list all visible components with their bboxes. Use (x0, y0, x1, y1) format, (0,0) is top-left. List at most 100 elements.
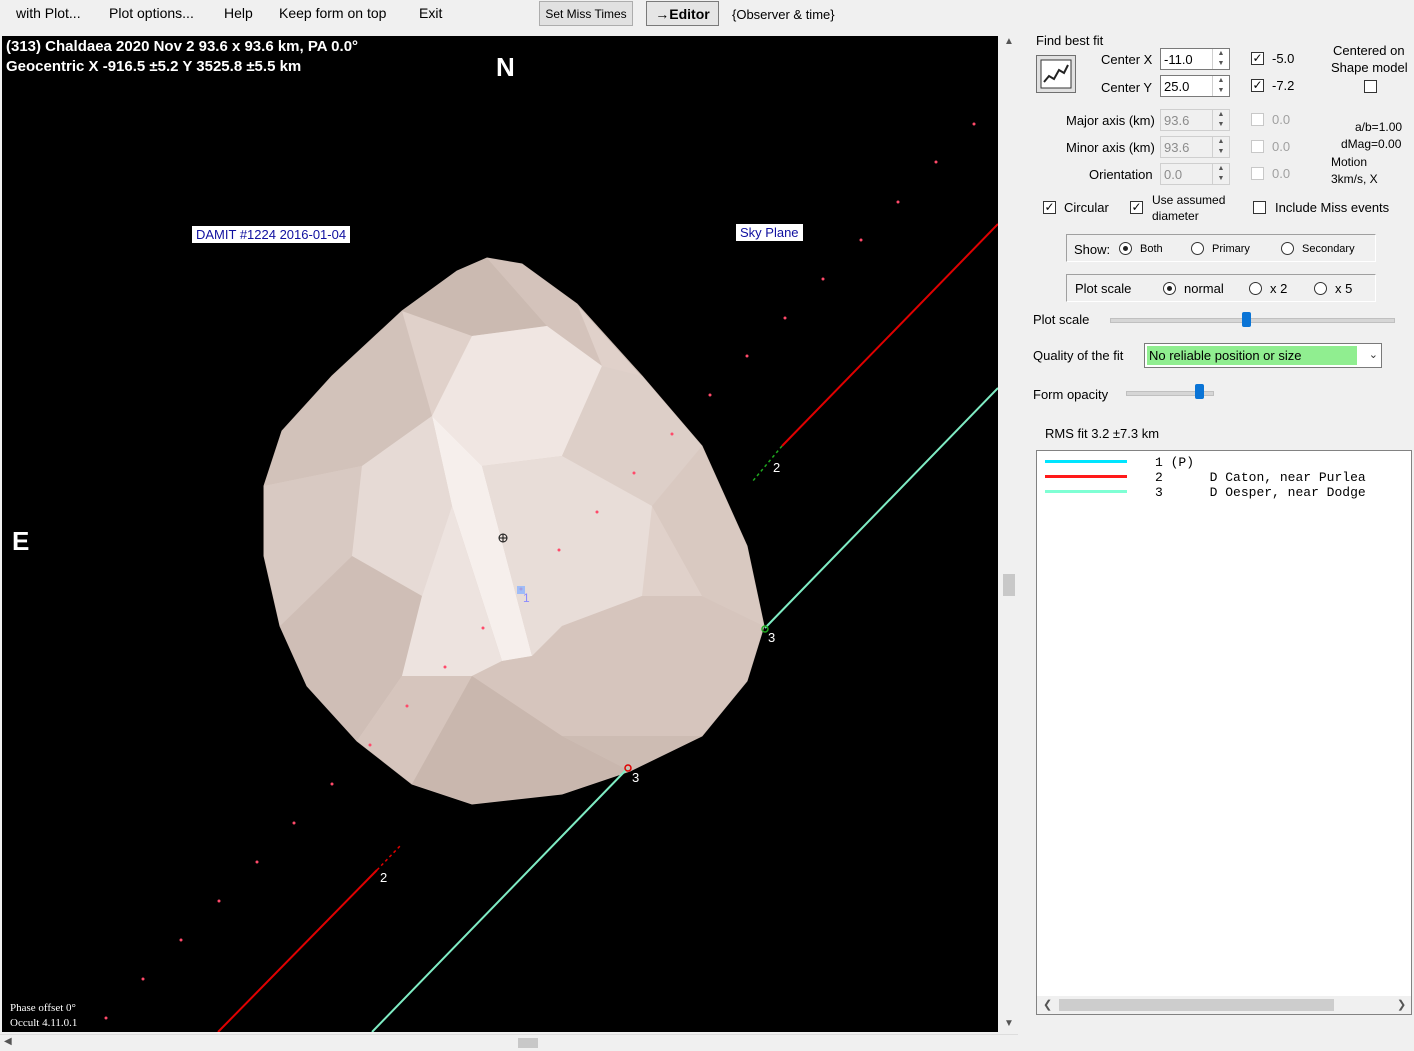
east-label: E (12, 526, 30, 556)
motion-label: Motion (1331, 155, 1368, 169)
motion-value: 3km/s, X (1331, 172, 1378, 186)
show-primary-radio[interactable] (1191, 242, 1204, 255)
minor-axis-checkbox[interactable] (1251, 140, 1264, 153)
chord-2-line-upper (781, 223, 998, 447)
chord-1-color-swatch (1045, 460, 1127, 463)
orientation-uncertainty: 0.0 (1272, 166, 1291, 181)
scroll-left-icon[interactable]: ❮ (1043, 998, 1052, 1011)
center-y-checkbox[interactable]: ✓ (1251, 79, 1264, 92)
shape-model-label: Shape model (1331, 60, 1408, 75)
menu-help[interactable]: Help (224, 5, 253, 21)
minor-axis-uncertainty: 0.0 (1272, 139, 1291, 154)
chord-label-1: 1 (523, 591, 530, 605)
editor-button[interactable]: →Editor (646, 1, 719, 26)
chord-list-horizontal-scrollbar[interactable]: ❮ ❯ (1037, 996, 1411, 1014)
quality-of-fit-label: Quality of the fit (1033, 348, 1124, 363)
north-label: N (496, 52, 515, 82)
major-axis-input[interactable]: 93.6 ▲ ▼ (1160, 109, 1230, 131)
show-both-label: Both (1140, 243, 1163, 255)
scale-x5-radio[interactable] (1314, 282, 1327, 295)
asteroid-shape-model (263, 257, 765, 805)
major-axis-checkbox[interactable] (1251, 113, 1264, 126)
chord-2-line-lower (217, 869, 378, 1032)
plot-svg (104, 122, 998, 1032)
observer-time-menu[interactable]: {Observer & time} (732, 7, 835, 22)
scale-x2-radio[interactable] (1249, 282, 1262, 295)
list-item[interactable]: 2 D Caton, near Purlea (1155, 470, 1366, 485)
quality-of-fit-dropdown[interactable]: No reliable position or size ⌄ (1144, 343, 1382, 368)
include-miss-events-label: Include Miss events (1275, 200, 1390, 215)
center-x-input[interactable]: -11.0 ▲ ▼ (1160, 48, 1230, 70)
center-y-label: Center Y (1101, 80, 1153, 95)
form-opacity-label: Form opacity (1033, 387, 1109, 402)
use-assumed-diameter-checkbox[interactable]: ✓ (1130, 201, 1143, 214)
plot-title-line2: Geocentric X -916.5 ±5.2 Y 3525.8 ±5.5 k… (6, 58, 302, 75)
chord-3-line-lower (371, 768, 628, 1032)
circular-label: Circular (1064, 200, 1109, 215)
version-label: Occult 4.11.0.1 (10, 1017, 78, 1029)
show-secondary-radio[interactable] (1281, 242, 1294, 255)
menu-plot-options[interactable]: Plot options... (109, 5, 194, 21)
major-axis-label: Major axis (km) (1066, 113, 1155, 128)
scale-x5-label: x 5 (1335, 281, 1353, 296)
circular-checkbox[interactable]: ✓ (1043, 201, 1056, 214)
best-fit-chart-icon (1040, 59, 1072, 89)
menu-with-plot[interactable]: with Plot... (16, 5, 81, 21)
chord-label-2-upper: 2 (773, 460, 781, 475)
center-x-uncertainty: -5.0 (1272, 51, 1295, 66)
menu-bar: with Plot... Plot options... Help Keep f… (0, 0, 1000, 30)
include-miss-events-checkbox[interactable] (1253, 201, 1266, 214)
spinner-arrows-icon[interactable]: ▲ ▼ (1212, 164, 1229, 184)
use-assumed-label: Use assumed (1152, 193, 1226, 207)
chord-label-3-lower: 3 (632, 770, 640, 785)
phase-offset-label: Phase offset 0° (10, 1002, 76, 1014)
diameter-label: diameter (1152, 209, 1199, 223)
horizontal-scroll-thumb[interactable] (518, 1038, 538, 1048)
plot-scale-slider-thumb[interactable] (1241, 312, 1251, 327)
menu-keep-form-on-top[interactable]: Keep form on top (279, 5, 386, 21)
scroll-left-icon[interactable]: ◀ (4, 1036, 12, 1047)
minor-axis-label: Minor axis (km) (1066, 140, 1155, 155)
minor-axis-input[interactable]: 93.6 ▲ ▼ (1160, 136, 1230, 158)
chord-3-line-upper (764, 387, 998, 629)
plot-scale-group-label: Plot scale (1075, 281, 1132, 296)
chord-2-color-swatch (1045, 475, 1127, 478)
sky-plane-label: Sky Plane (736, 224, 803, 241)
plot-horizontal-scrollbar[interactable]: ◀ (0, 1034, 1018, 1051)
plot-area[interactable]: 1 2 2 3 3 (313) Chaldaea 2020 Nov 2 93.6… (2, 36, 998, 1032)
spinner-arrows-icon[interactable]: ▲ ▼ (1212, 110, 1229, 130)
scroll-up-icon[interactable]: ▲ (1004, 36, 1014, 47)
chord-list-scroll-thumb[interactable] (1059, 999, 1334, 1011)
set-miss-times-button[interactable]: Set Miss Times (539, 1, 633, 26)
chord-list[interactable]: 1 (P) 2 D Caton, near Purlea 3 D Oesper,… (1036, 450, 1412, 1015)
scroll-down-icon[interactable]: ▼ (1004, 1018, 1014, 1029)
find-best-fit-button[interactable] (1036, 55, 1076, 93)
center-y-input[interactable]: 25.0 ▲ ▼ (1160, 75, 1230, 97)
find-best-fit-label: Find best fit (1036, 33, 1104, 48)
chord-label-3-upper: 3 (768, 630, 776, 645)
form-opacity-slider-thumb[interactable] (1195, 384, 1205, 399)
orientation-checkbox[interactable] (1251, 167, 1264, 180)
spinner-arrows-icon[interactable]: ▲ ▼ (1212, 76, 1229, 96)
plot-scale-slider-label: Plot scale (1033, 312, 1090, 327)
chevron-down-icon[interactable]: ⌄ (1369, 348, 1378, 361)
show-both-radio[interactable] (1119, 242, 1132, 255)
centered-on-shape-checkbox[interactable] (1364, 80, 1377, 93)
scroll-right-icon[interactable]: ❯ (1397, 998, 1406, 1011)
menu-exit[interactable]: Exit (419, 5, 442, 21)
major-axis-uncertainty: 0.0 (1272, 112, 1291, 127)
orientation-input[interactable]: 0.0 ▲ ▼ (1160, 163, 1230, 185)
vertical-scroll-thumb[interactable] (1003, 574, 1015, 596)
spinner-arrows-icon[interactable]: ▲ ▼ (1212, 49, 1229, 69)
plot-title-line1: (313) Chaldaea 2020 Nov 2 93.6 x 93.6 km… (6, 38, 359, 55)
list-item[interactable]: 1 (P) (1155, 455, 1194, 470)
orientation-label: Orientation (1089, 167, 1153, 182)
spinner-arrows-icon[interactable]: ▲ ▼ (1212, 137, 1229, 157)
damit-model-label: DAMIT #1224 2016-01-04 (192, 226, 351, 243)
scale-normal-radio[interactable] (1163, 282, 1176, 295)
plot-vertical-scrollbar[interactable]: ▲ ▼ (1000, 34, 1018, 1034)
center-x-checkbox[interactable]: ✓ (1251, 52, 1264, 65)
plot-scale-slider-track[interactable] (1110, 318, 1395, 323)
list-item[interactable]: 3 D Oesper, near Dodge (1155, 485, 1366, 500)
show-secondary-label: Secondary (1302, 243, 1355, 255)
